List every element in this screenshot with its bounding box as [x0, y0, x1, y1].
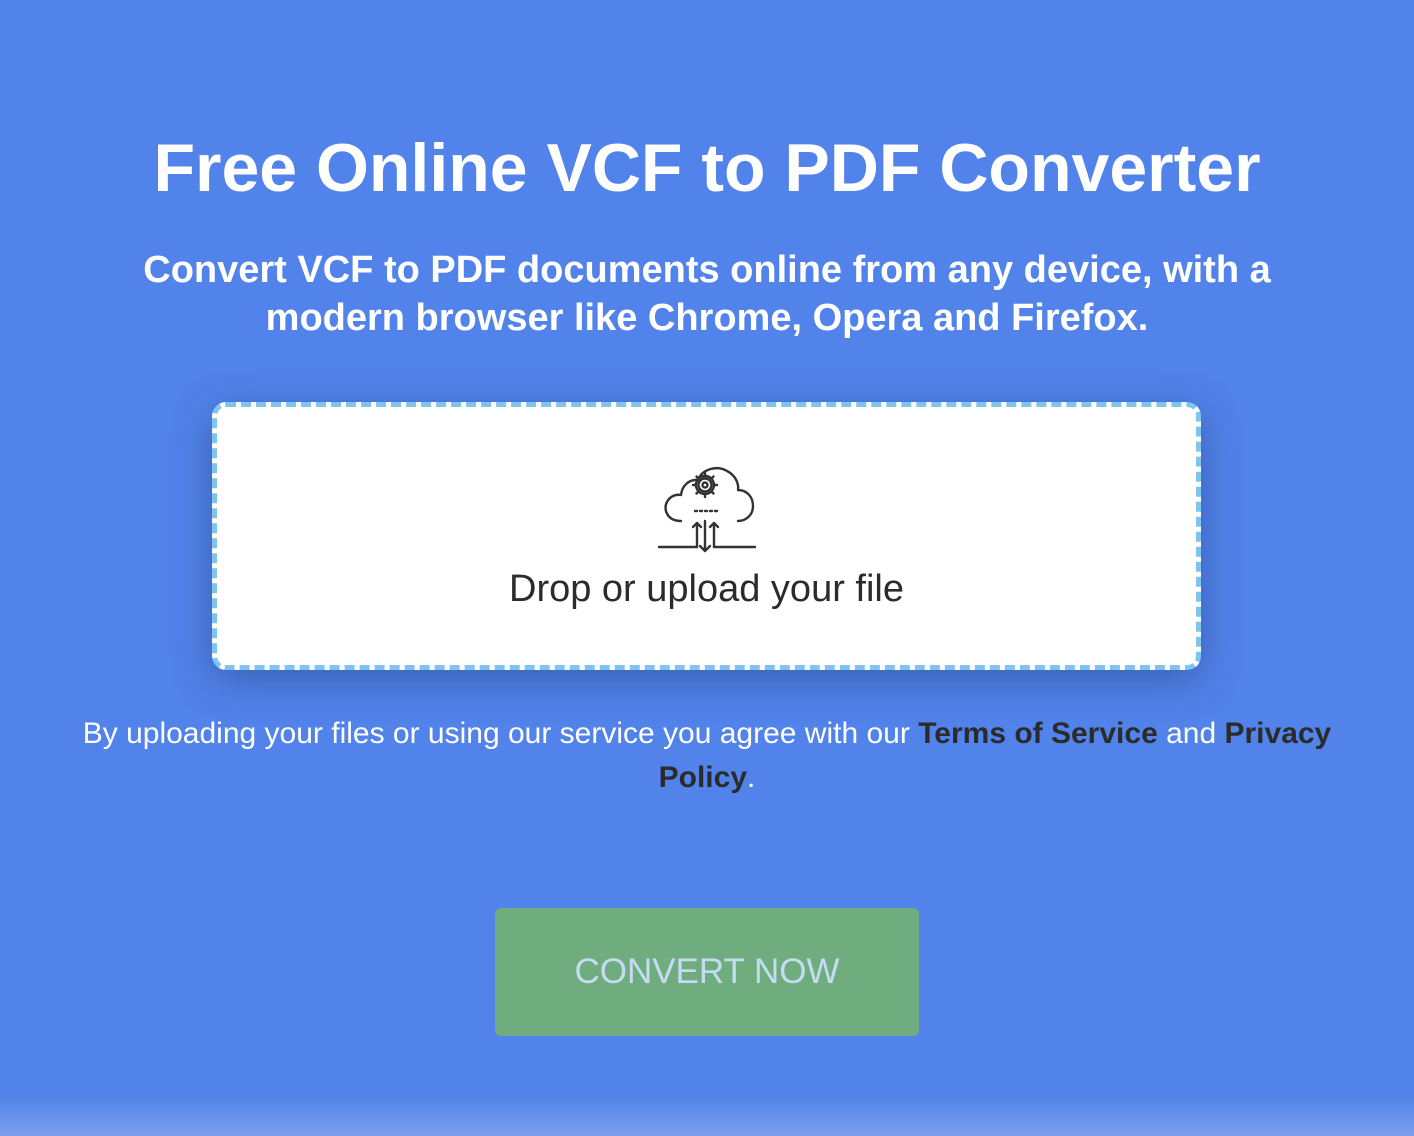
bottom-fade	[0, 1096, 1414, 1136]
agreement-suffix: .	[747, 761, 756, 794]
page-title: Free Online VCF to PDF Converter	[153, 130, 1261, 206]
page-subtitle: Convert VCF to PDF documents online from…	[143, 249, 1271, 339]
dropzone-label: Drop or upload your file	[509, 568, 904, 610]
agreement-middle: and	[1157, 717, 1225, 750]
terms-agreement-text: By uploading your files or using our ser…	[60, 712, 1354, 800]
convert-now-button[interactable]: CONVERT NOW	[495, 908, 919, 1036]
terms-of-service-link[interactable]: Terms of Service	[918, 717, 1158, 750]
converter-page: Free Online VCF to PDF Converter Convert…	[0, 0, 1414, 1136]
cloud-upload-gear-icon	[657, 467, 757, 553]
agreement-prefix: By uploading your files or using our ser…	[82, 717, 919, 750]
file-dropzone[interactable]: Drop or upload your file	[212, 402, 1201, 670]
